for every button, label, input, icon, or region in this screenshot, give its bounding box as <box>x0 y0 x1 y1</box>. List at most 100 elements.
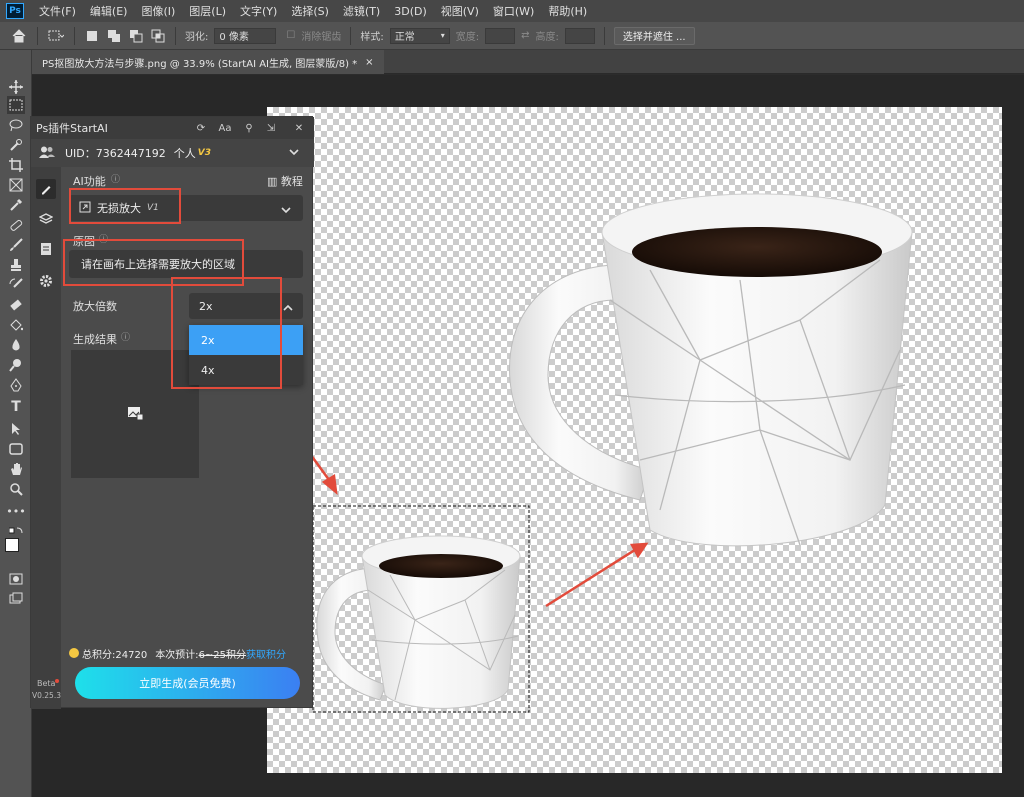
lasso-tool-icon[interactable] <box>7 116 25 134</box>
screen-mode-icon[interactable] <box>7 590 25 608</box>
marquee-tool-preset-icon[interactable] <box>47 27 65 45</box>
points-row: 总积分:24720 本次预计: 6~25积分 获取积分 <box>69 645 314 661</box>
quick-select-tool-icon[interactable] <box>7 136 25 154</box>
image-placeholder-icon <box>127 406 144 423</box>
zoom-tool-icon[interactable] <box>7 480 25 498</box>
quick-mask-icon[interactable] <box>7 570 25 588</box>
path-selection-tool-icon[interactable] <box>7 420 25 438</box>
beta-label: Beta <box>37 679 56 688</box>
close-icon[interactable]: ✕ <box>291 120 307 136</box>
account-type: 个人 <box>173 147 196 160</box>
foreground-color-swatch[interactable] <box>5 538 19 552</box>
divider <box>175 26 176 45</box>
document-canvas[interactable] <box>267 107 1002 773</box>
frame-tool-icon[interactable] <box>7 176 25 194</box>
menu-edit[interactable]: 编辑(E) <box>83 3 135 19</box>
tutorial-label: 教程 <box>280 175 303 188</box>
panel-title: Ps插件StartAI <box>36 122 108 135</box>
menu-file[interactable]: 文件(F) <box>32 3 83 19</box>
uid-text: UID：7362447192 <box>65 147 166 160</box>
layers-icon[interactable] <box>36 209 56 229</box>
height-input[interactable] <box>564 27 595 44</box>
chevron-down-icon <box>281 204 291 217</box>
font-size-icon[interactable]: Aa <box>217 120 233 136</box>
more-tools-icon[interactable]: ••• <box>6 502 25 520</box>
feather-input[interactable]: 0 像素 <box>214 27 277 44</box>
settings-gear-icon[interactable] <box>36 271 56 291</box>
swap-icon[interactable]: ⇄ <box>521 30 529 41</box>
style-select[interactable]: 正常 ▾ <box>389 27 450 44</box>
feather-label: 羽化: <box>185 32 209 43</box>
close-tab-icon[interactable]: × <box>365 57 373 68</box>
new-selection-icon[interactable] <box>84 28 100 44</box>
height-label: 高度: <box>535 32 559 43</box>
clone-stamp-tool-icon[interactable] <box>7 256 25 274</box>
rect-marquee-tool-icon[interactable] <box>7 96 25 114</box>
antialias-label: 消除锯齿 <box>301 32 342 43</box>
pin-icon[interactable]: ⚲ <box>241 120 257 136</box>
home-icon[interactable] <box>10 27 28 45</box>
menu-view[interactable]: 视图(V) <box>434 3 486 19</box>
menu-filter[interactable]: 滤镜(T) <box>336 3 387 19</box>
menu-3d[interactable]: 3D(D) <box>387 5 434 18</box>
rectangle-tool-icon[interactable] <box>7 440 25 458</box>
menu-image[interactable]: 图像(I) <box>134 3 182 19</box>
vip-badge: V3 <box>197 148 211 158</box>
brush-tool-icon[interactable] <box>7 236 25 254</box>
select-and-mask-button[interactable]: 选择并遮住 ... <box>613 26 695 45</box>
healing-brush-tool-icon[interactable] <box>7 216 25 234</box>
crop-tool-icon[interactable] <box>7 156 25 174</box>
paint-bucket-tool-icon[interactable] <box>7 316 25 334</box>
edit-icon[interactable] <box>36 179 56 199</box>
version-label: V0.25.3 <box>32 691 61 700</box>
tools-panel: T ••• <box>0 50 32 797</box>
eraser-tool-icon[interactable] <box>7 296 25 314</box>
type-tool-icon[interactable]: T <box>7 398 25 416</box>
points-estimate-label: 本次预计: <box>155 649 199 661</box>
menu-help[interactable]: 帮助(H) <box>541 3 594 19</box>
hand-tool-icon[interactable] <box>7 460 25 478</box>
startai-plugin-panel: Ps插件StartAI ⟳ Aa ⚲ ⇲ ✕ UID：7362447192 个人… <box>30 116 314 709</box>
menu-select[interactable]: 选择(S) <box>284 3 336 19</box>
expand-icon[interactable]: ⇲ <box>263 120 279 136</box>
subtract-selection-icon[interactable] <box>128 28 144 44</box>
coin-icon <box>69 648 79 658</box>
points-total: 总积分:24720 <box>82 649 148 661</box>
menu-type[interactable]: 文字(Y) <box>233 3 284 19</box>
options-bar: 羽化: 0 像素 ☐ 消除锯齿 样式: 正常 ▾ 宽度: ⇄ 高度: 选择并遮住… <box>0 22 1024 50</box>
eyedropper-tool-icon[interactable] <box>7 196 25 214</box>
width-input[interactable] <box>485 27 516 44</box>
menu-window[interactable]: 窗口(W) <box>486 3 541 19</box>
get-points-link[interactable]: 获取积分 <box>246 646 286 661</box>
divider <box>37 26 38 45</box>
add-selection-icon[interactable] <box>106 28 122 44</box>
chevron-down-icon[interactable] <box>289 146 299 159</box>
document-tab-title: PS抠图放大方法与步骤.png @ 33.9% (StartAI AI生成, 图… <box>42 58 358 70</box>
menu-bar: Ps 文件(F) 编辑(E) 图像(I) 图层(L) 文字(Y) 选择(S) 滤… <box>0 0 1024 22</box>
info-icon[interactable]: ⓘ <box>121 330 130 343</box>
intersect-selection-icon[interactable] <box>150 28 166 44</box>
tutorial-link[interactable]: ▥ 教程 <box>267 173 303 189</box>
pen-tool-icon[interactable] <box>7 376 25 394</box>
highlight-box <box>69 188 181 224</box>
width-label: 宽度: <box>455 32 480 43</box>
highlight-box <box>171 277 282 389</box>
refresh-icon[interactable]: ⟳ <box>193 120 209 136</box>
points-range: 6~25积分 <box>198 649 247 661</box>
chevron-up-icon <box>283 302 293 315</box>
blur-tool-icon[interactable] <box>7 336 25 354</box>
photoshop-logo: Ps <box>6 3 24 19</box>
move-tool-icon[interactable] <box>7 78 25 96</box>
document-tab-bar: PS抠图放大方法与步骤.png @ 33.9% (StartAI AI生成, 图… <box>32 50 1024 74</box>
history-brush-tool-icon[interactable] <box>7 276 25 294</box>
document-icon[interactable] <box>36 239 56 259</box>
users-icon <box>39 146 55 161</box>
antialias-checkbox[interactable]: ☐ <box>286 30 295 41</box>
style-value: 正常 <box>394 32 415 43</box>
document-tab[interactable]: PS抠图放大方法与步骤.png @ 33.9% (StartAI AI生成, 图… <box>32 50 384 74</box>
generate-button[interactable]: 立即生成(会员免费) <box>75 667 300 699</box>
dodge-tool-icon[interactable] <box>7 356 25 374</box>
scale-factor-label: 放大倍数 <box>73 300 117 313</box>
menu-layer[interactable]: 图层(L) <box>182 3 233 19</box>
info-icon[interactable]: ⓘ <box>111 172 120 185</box>
